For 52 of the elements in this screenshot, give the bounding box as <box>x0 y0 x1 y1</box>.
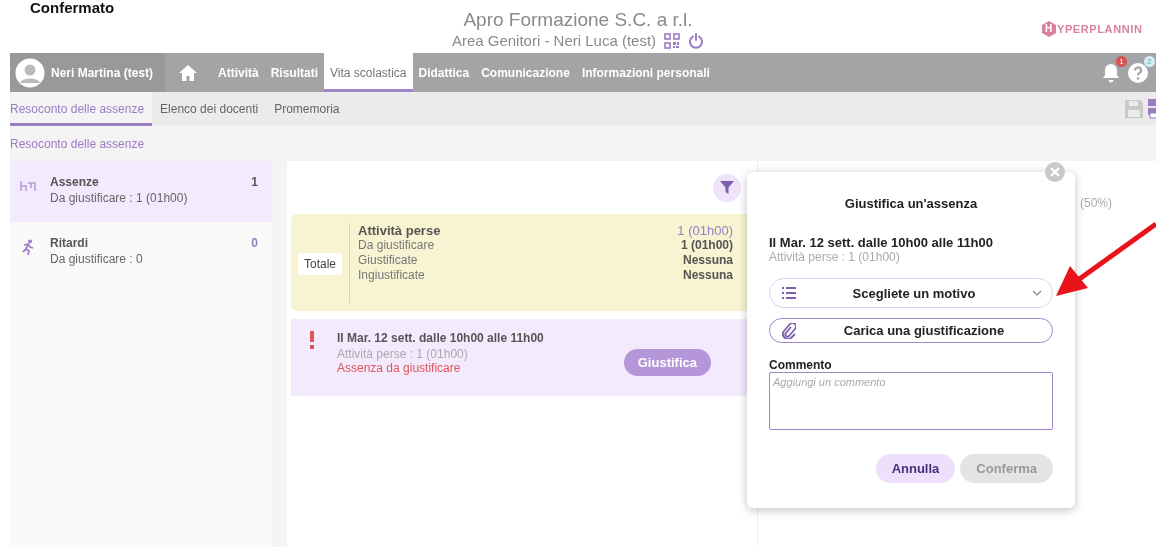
avatar-icon <box>15 57 45 88</box>
help-icon[interactable] <box>1128 62 1148 83</box>
nav-tab[interactable]: Attività <box>212 53 265 92</box>
sub-tab[interactable]: Elenco dei docenti <box>152 92 267 126</box>
list-icon <box>782 287 796 299</box>
filter-icon <box>720 180 734 195</box>
summary-title: Attività perse <box>358 222 441 238</box>
sub-tab[interactable]: Resoconto delle assenze <box>10 92 153 126</box>
dialog-title: Giustifica un'assenza <box>843 196 979 211</box>
row-value: Nessuna <box>682 267 733 283</box>
absence-detail: Attività perse : 1 (01h00) <box>337 347 469 361</box>
nav-tab[interactable]: Comunicazione <box>475 53 576 92</box>
breadcrumb[interactable]: Resoconto delle assenze <box>10 136 145 151</box>
logo: H YPERPLANNIN <box>1042 21 1143 37</box>
sidebar-item[interactable]: Ritardi Da giustificare : 0 0 <box>10 222 272 283</box>
absence-status: Assenza da giustificare <box>337 361 462 375</box>
nav-tab[interactable]: Didattica <box>412 53 476 92</box>
row-label: Giustificate <box>358 252 418 268</box>
total-tag: Totale <box>298 252 343 275</box>
paperclip-icon <box>782 322 796 339</box>
row-value: 1 (01h00) <box>680 237 733 253</box>
qr-code-icon[interactable] <box>664 33 681 49</box>
absence-detail: Attività perse : 1 (01h00) <box>769 250 901 264</box>
notification-badge: 1 <box>1116 55 1127 67</box>
caption: Confermato <box>30 0 115 15</box>
desk-icon <box>20 180 36 192</box>
comment-label: Commento <box>769 358 833 372</box>
percentage: (50%) <box>1080 196 1112 210</box>
area-title: Area Genitori - Neri Luca (test) <box>451 31 657 51</box>
filter-button[interactable] <box>713 173 741 202</box>
help-badge: 2 <box>1144 55 1155 67</box>
user-menu[interactable]: Neri Martina (test) <box>10 53 165 92</box>
home-icon[interactable] <box>178 63 198 82</box>
justify-button[interactable]: Giustifica <box>623 349 711 376</box>
row-label: Ingiustificate <box>358 267 425 283</box>
comment-field[interactable]: Aggiungi un commento <box>769 372 1053 430</box>
row-label: Da giustificare <box>358 237 435 253</box>
cancel-button[interactable]: Annulla <box>875 454 956 483</box>
nav-tab[interactable]: Vita scolastica <box>324 53 413 92</box>
row-value: Nessuna <box>682 252 733 268</box>
chevron-down-icon <box>1032 290 1042 296</box>
power-icon[interactable] <box>688 33 705 49</box>
bell-icon[interactable] <box>1102 62 1120 83</box>
school-title: Apro Formazione S.C. a r.l. <box>463 9 693 31</box>
absence-date: Il Mar. 12 sett. dalle 10h00 alle 11h00 <box>769 235 995 250</box>
sidebar-item[interactable]: Assenze Da giustificare : 1 (01h00) 1 <box>10 161 272 222</box>
sub-tab[interactable]: Promemoria <box>266 92 348 126</box>
running-person-icon <box>20 239 36 255</box>
summary-total: 1 (01h00) <box>677 222 733 238</box>
nav-tab[interactable]: Informazioni personali <box>575 53 716 92</box>
absence-title: Il Mar. 12 sett. dalle 10h00 alle 11h00 <box>337 331 545 345</box>
nav-tab[interactable]: Risultati <box>264 53 324 92</box>
